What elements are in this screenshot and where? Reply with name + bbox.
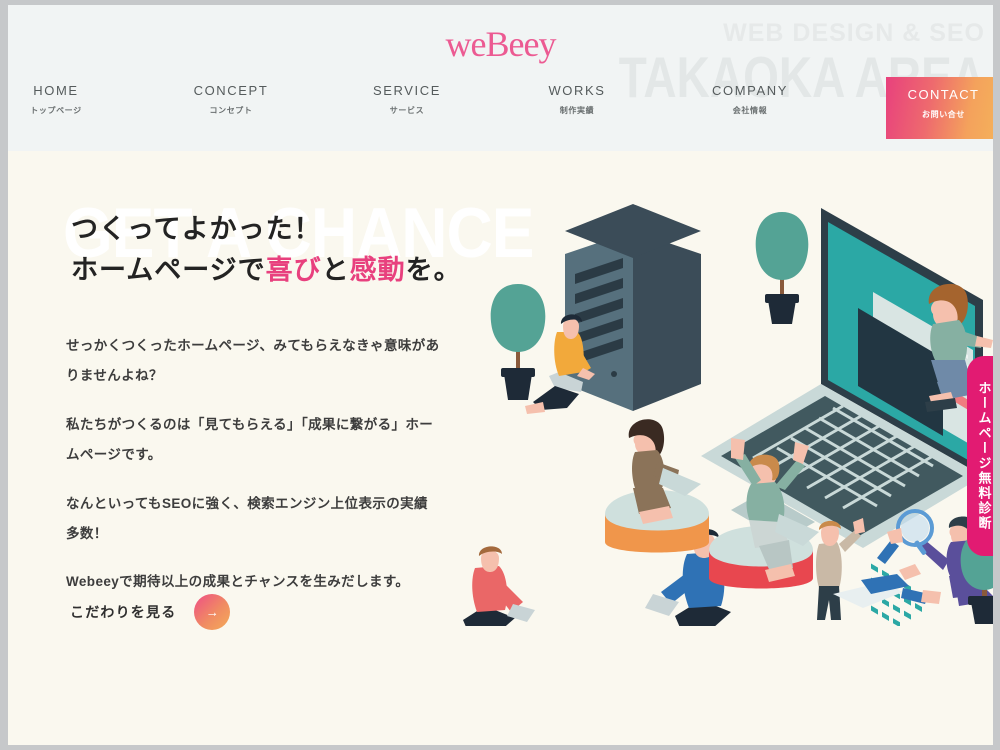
site-header: WEB DESIGN & SEO TAKAOKA AREA weBeey HOM… — [8, 5, 993, 151]
headline-line-1: つくってよかった！ — [71, 209, 462, 250]
page-viewport: WEB DESIGN & SEO TAKAOKA AREA weBeey HOM… — [8, 5, 993, 745]
nav-item-label-en: SERVICE — [372, 83, 442, 98]
headline-accent-impression: 感動 — [349, 254, 406, 285]
isometric-illustration-svg — [463, 204, 993, 626]
nav-item-home[interactable]: HOME トップページ — [8, 83, 121, 116]
nav-item-contact[interactable]: CONTACT お問い合せ — [886, 77, 993, 139]
potted-tree-left-icon — [490, 284, 546, 400]
logo-text: weBeey — [445, 24, 557, 64]
nav-item-company[interactable]: COMPANY 会社情報 — [685, 83, 815, 116]
nav-item-service[interactable]: SERVICE サービス — [342, 83, 472, 116]
free-diagnosis-side-tab[interactable]: ホームページ無料診断 — [967, 356, 993, 556]
site-logo[interactable]: weBeey — [8, 23, 993, 65]
headline-accent-joy: 喜び — [265, 254, 322, 285]
hero-paragraph-2: 私たちがつくるのは「見てもらえる」「成果に繋がる」ホームページです。 — [66, 416, 434, 463]
nav-item-label-en: HOME — [33, 83, 79, 98]
hero-headline: つくってよかった！ ホームページで喜びと感動を。 — [71, 209, 462, 290]
arrow-right-icon: → — [205, 604, 219, 620]
hero-body-copy: せっかくつくったホームページ、みてもらえなきゃ意味がありませんよね？ 私たちがつ… — [66, 331, 441, 598]
hero-cta-button[interactable]: こだわりを見る → — [70, 594, 231, 630]
nav-item-works[interactable]: WORKS 制作実績 — [512, 83, 642, 116]
contact-label-en: CONTACT — [907, 87, 980, 102]
person-red-sweater-icon — [463, 546, 535, 626]
hero-illustration — [463, 196, 993, 626]
nav-item-label-en: COMPANY — [712, 83, 788, 98]
nav-item-label-jp: コンセプト — [209, 106, 253, 115]
hero-paragraph-3: なんといってもSEOに強く、検索エンジン上位表示の実績多数！ — [66, 495, 428, 541]
nav-item-concept[interactable]: CONCEPT コンセプト — [166, 83, 296, 116]
nav-item-label-jp: 会社情報 — [732, 106, 768, 115]
arrow-circle-icon[interactable]: → — [194, 594, 231, 630]
contact-label-jp: お問い合せ — [922, 110, 965, 119]
headline-line2-pre: ホームページで — [71, 254, 266, 285]
hero-paragraph-1: せっかくつくったホームページ、みてもらえなきゃ意味がありませんよね？ — [66, 338, 440, 384]
nav-item-label-en: WORKS — [548, 83, 606, 98]
server-tower-icon — [565, 204, 701, 411]
side-tab-label: ホームページ無料診断 — [976, 381, 992, 531]
headline-line2-mid: と — [321, 254, 350, 285]
nav-item-label-jp: トップページ — [30, 106, 82, 115]
nav-item-label-jp: 制作実績 — [559, 106, 595, 115]
nav-item-label-en: CONCEPT — [193, 83, 269, 98]
headline-line2-post: を。 — [405, 254, 462, 285]
headline-line-2: ホームページで喜びと感動を。 — [71, 250, 462, 291]
headline-line1-text: つくってよかった！ — [71, 214, 322, 244]
hero-cta-label: こだわりを見る — [70, 604, 177, 620]
nav-item-label-jp: サービス — [389, 106, 425, 115]
hero-section: GET A CHANCE つくってよかった！ ホームページで喜びと感動を。 せっ… — [8, 151, 993, 745]
main-navigation: HOME トップページ CONCEPT コンセプト SERVICE サービス W… — [8, 83, 993, 123]
potted-tree-right-icon — [755, 212, 809, 324]
